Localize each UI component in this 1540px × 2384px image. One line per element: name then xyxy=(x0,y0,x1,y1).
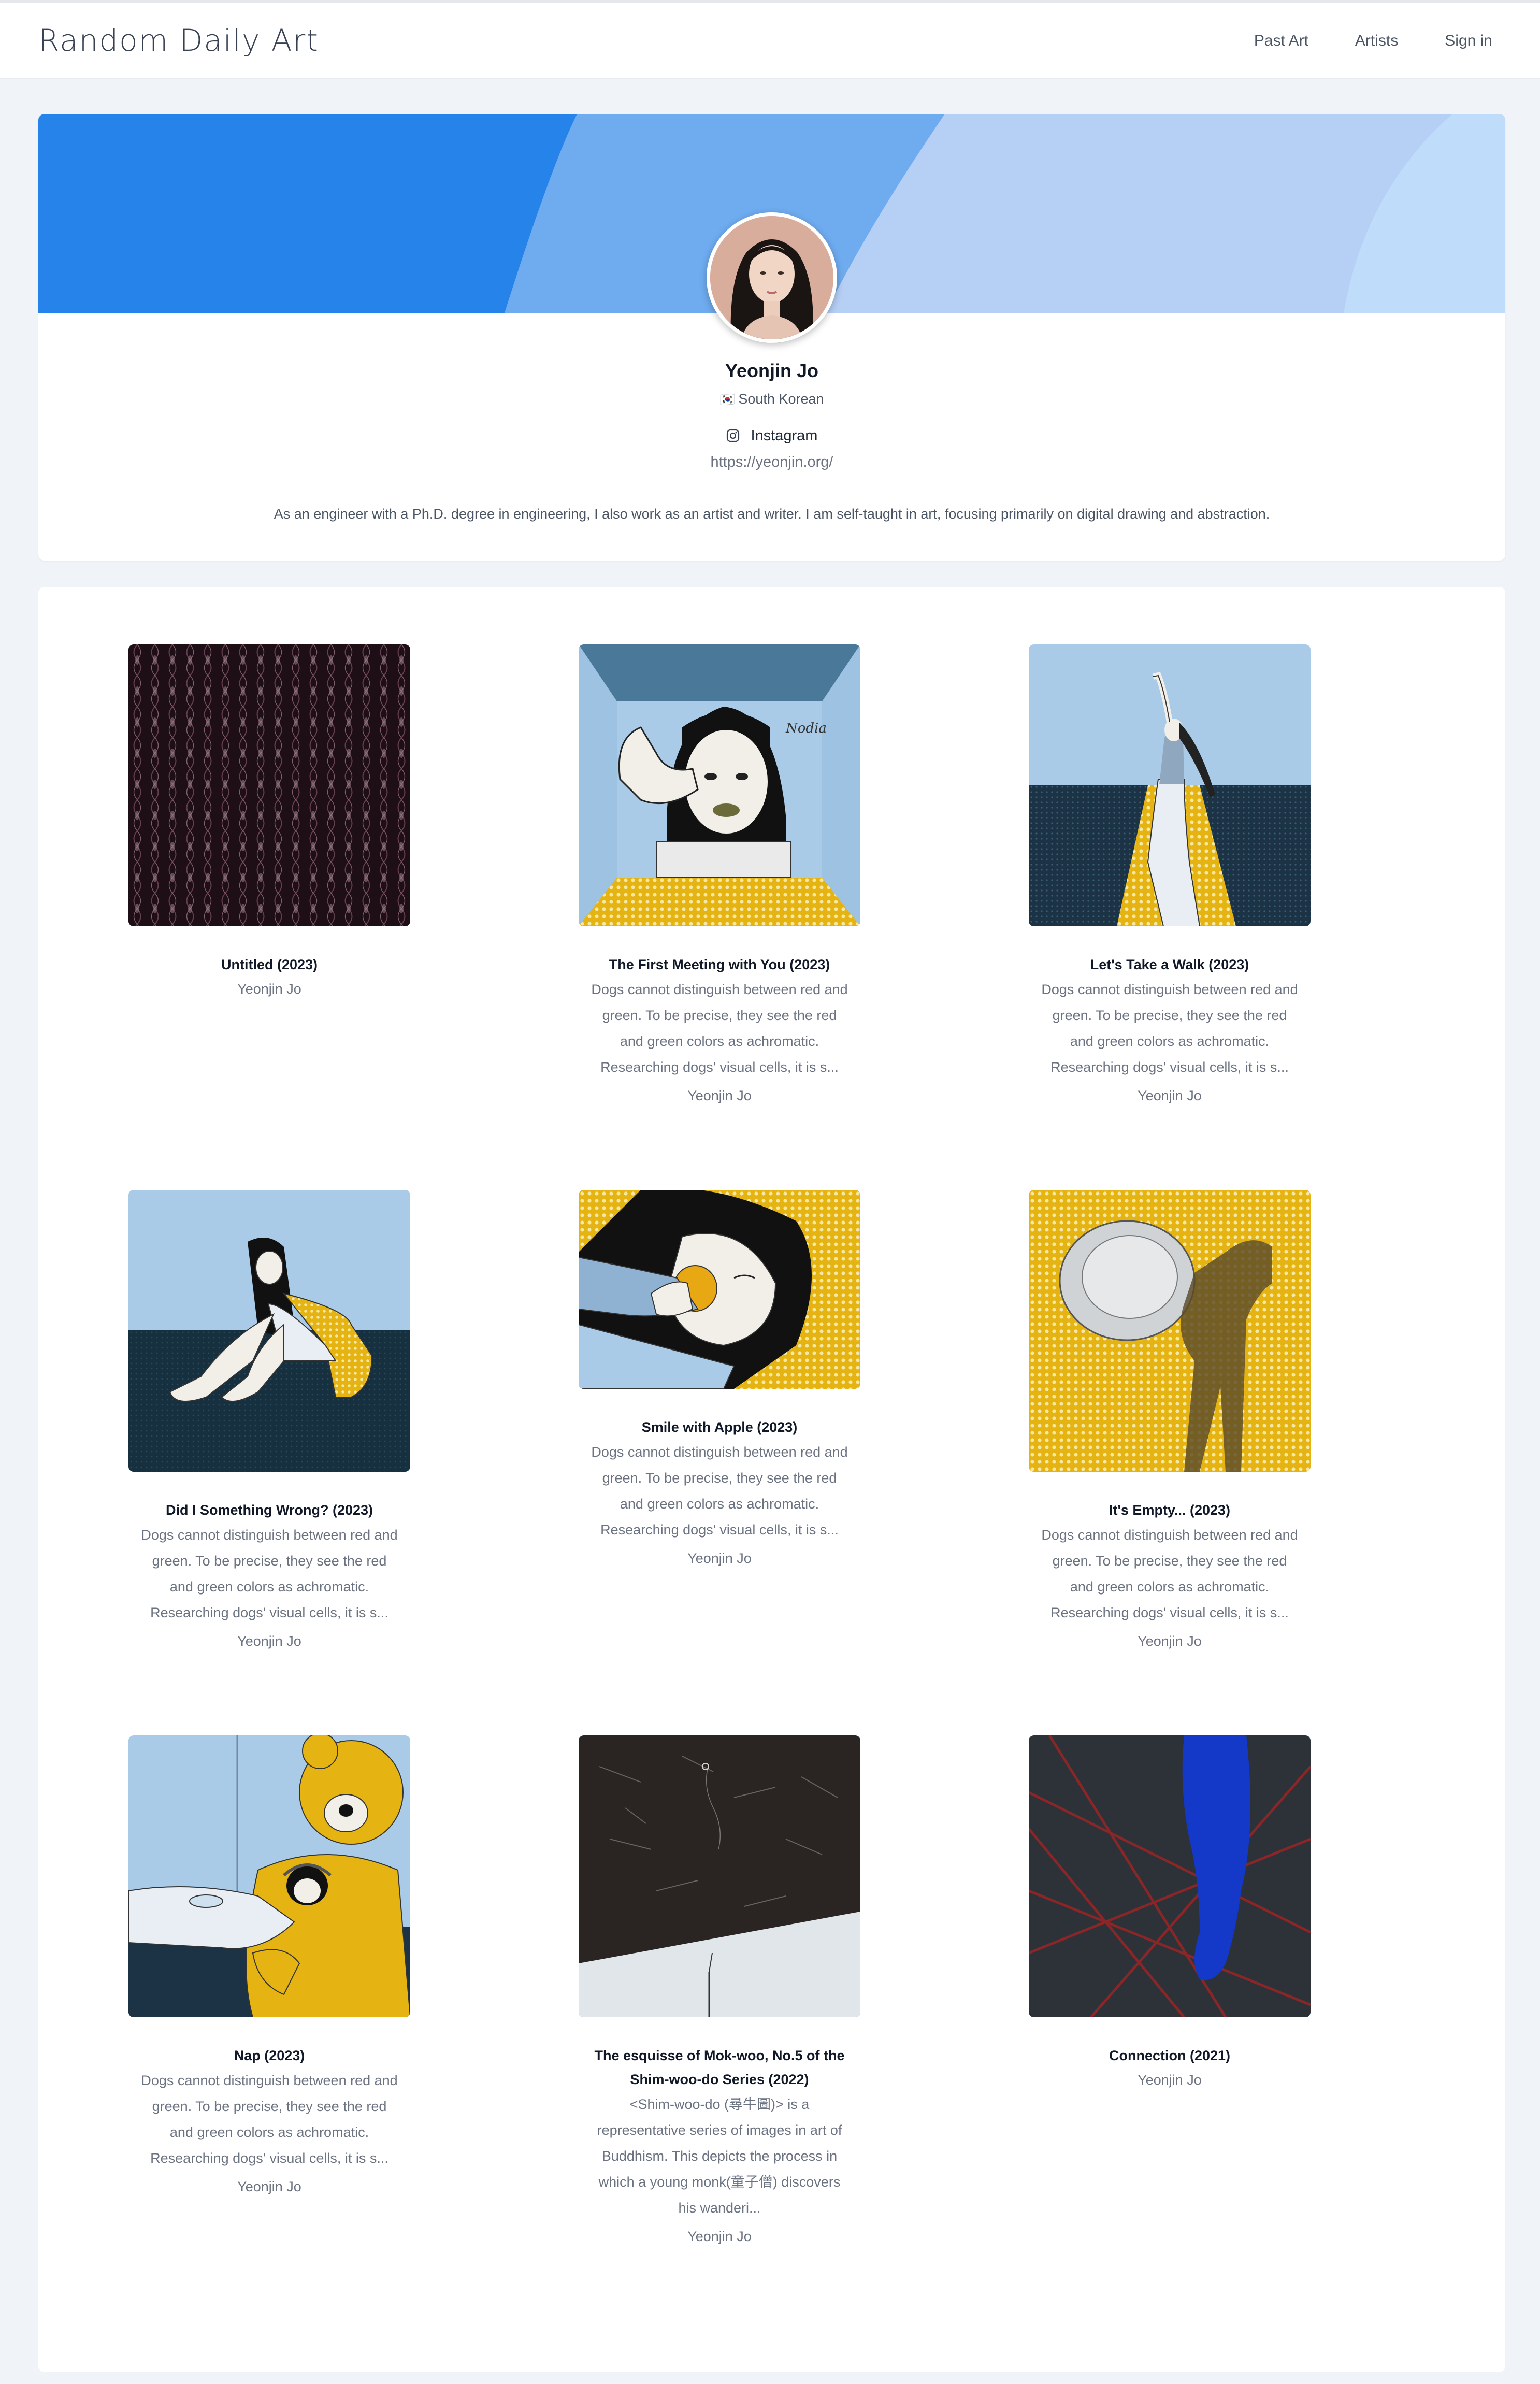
artwork-thumbnail[interactable] xyxy=(128,644,410,926)
artwork-meta: Nap (2023) Dogs cannot distinguish betwe… xyxy=(87,2044,452,2197)
artwork-title[interactable]: Connection (2021) xyxy=(987,2044,1352,2067)
artwork-title[interactable]: It's Empty... (2023) xyxy=(987,1498,1352,1522)
instagram-label: Instagram xyxy=(751,427,818,444)
artwork-thumbnail[interactable] xyxy=(579,1190,860,1389)
top-navbar: Random Daily Art Past Art Artists Sign i… xyxy=(0,0,1540,79)
artwork-title[interactable]: Untitled (2023) xyxy=(87,953,452,976)
artwork-meta: Did I Something Wrong? (2023) Dogs canno… xyxy=(87,1498,452,1651)
artwork-meta: Let's Take a Walk (2023) Dogs cannot dis… xyxy=(987,953,1352,1106)
nav-links: Past Art Artists Sign in xyxy=(1207,32,1492,50)
artwork-artist[interactable]: Yeonjin Jo xyxy=(87,1631,452,1651)
artwork-artist[interactable]: Yeonjin Jo xyxy=(987,1631,1352,1651)
artwork-thumbnail[interactable] xyxy=(128,1735,410,2017)
artwork-artist[interactable]: Yeonjin Jo xyxy=(87,979,452,999)
svg-text:Nodia: Nodia xyxy=(785,721,827,736)
artwork-thumbnail[interactable]: Nodia xyxy=(579,644,860,926)
artwork-meta: The esquisse of Mok-woo, No.5 of the Shim… xyxy=(537,2044,902,2247)
instagram-icon xyxy=(726,429,740,447)
artist-avatar xyxy=(707,212,837,343)
artwork-title[interactable]: The esquisse of Mok-woo, No.5 of the Shim… xyxy=(537,2044,902,2091)
nav-link-artists[interactable]: Artists xyxy=(1355,32,1398,50)
artwork-description: Dogs cannot distinguish between red and g… xyxy=(141,2073,398,2166)
artist-nationality: 🇰🇷 South Korean xyxy=(38,391,1505,407)
artwork-title[interactable]: Smile with Apple (2023) xyxy=(537,1415,902,1439)
artwork-artist[interactable]: Yeonjin Jo xyxy=(987,1085,1352,1106)
artwork-description: Dogs cannot distinguish between red and g… xyxy=(591,1444,848,1538)
artwork-thumbnail[interactable] xyxy=(1029,1735,1311,2017)
artwork-gallery: Untitled (2023) Yeonjin Jo Nodia The Fir… xyxy=(38,587,1505,2372)
nav-link-sign-in[interactable]: Sign in xyxy=(1445,32,1492,50)
artwork-title[interactable]: The First Meeting with You (2023) xyxy=(537,953,902,976)
korea-flag-icon: 🇰🇷 xyxy=(719,393,736,407)
artwork-meta: It's Empty... (2023) Dogs cannot disting… xyxy=(987,1498,1352,1651)
artwork-meta: Untitled (2023) Yeonjin Jo xyxy=(87,953,452,999)
artwork-meta: The First Meeting with You (2023) Dogs c… xyxy=(537,953,902,1106)
artist-bio: As an engineer with a Ph.D. degree in en… xyxy=(274,506,1270,522)
artwork-artist[interactable]: Yeonjin Jo xyxy=(987,2070,1352,2090)
artwork-thumbnail[interactable] xyxy=(1029,644,1311,926)
site-brand-logo[interactable]: Random Daily Art xyxy=(38,23,319,58)
artwork-description: Dogs cannot distinguish between red and g… xyxy=(141,1527,398,1620)
artwork-description: Dogs cannot distinguish between red and g… xyxy=(591,982,848,1075)
artwork-artist[interactable]: Yeonjin Jo xyxy=(537,2226,902,2247)
artwork-artist[interactable]: Yeonjin Jo xyxy=(537,1085,902,1106)
artist-website-link[interactable]: https://yeonjin.org/ xyxy=(38,454,1505,471)
artwork-thumbnail[interactable] xyxy=(579,1735,860,2017)
artwork-artist[interactable]: Yeonjin Jo xyxy=(87,2176,452,2197)
artwork-thumbnail[interactable] xyxy=(128,1190,410,1472)
artist-profile-card: Yeonjin Jo 🇰🇷 South Korean Instagram http… xyxy=(38,114,1505,561)
artwork-description: Dogs cannot distinguish between red and g… xyxy=(1041,982,1298,1075)
artist-name: Yeonjin Jo xyxy=(725,360,819,381)
artwork-thumbnail[interactable] xyxy=(1029,1190,1311,1472)
artwork-artist[interactable]: Yeonjin Jo xyxy=(537,1548,902,1569)
artwork-description: <Shim-woo-do (尋牛圖)> is a representative s… xyxy=(597,2096,842,2216)
nationality-label: South Korean xyxy=(738,391,824,407)
nav-link-past-art[interactable]: Past Art xyxy=(1254,32,1308,50)
artwork-description: Dogs cannot distinguish between red and g… xyxy=(1041,1527,1298,1620)
artwork-meta: Connection (2021) Yeonjin Jo xyxy=(987,2044,1352,2090)
artwork-title[interactable]: Nap (2023) xyxy=(87,2044,452,2067)
artwork-title[interactable]: Let's Take a Walk (2023) xyxy=(987,953,1352,976)
instagram-link[interactable]: Instagram xyxy=(38,427,1505,447)
artwork-title[interactable]: Did I Something Wrong? (2023) xyxy=(87,1498,452,1522)
artwork-meta: Smile with Apple (2023) Dogs cannot dist… xyxy=(537,1415,902,1569)
